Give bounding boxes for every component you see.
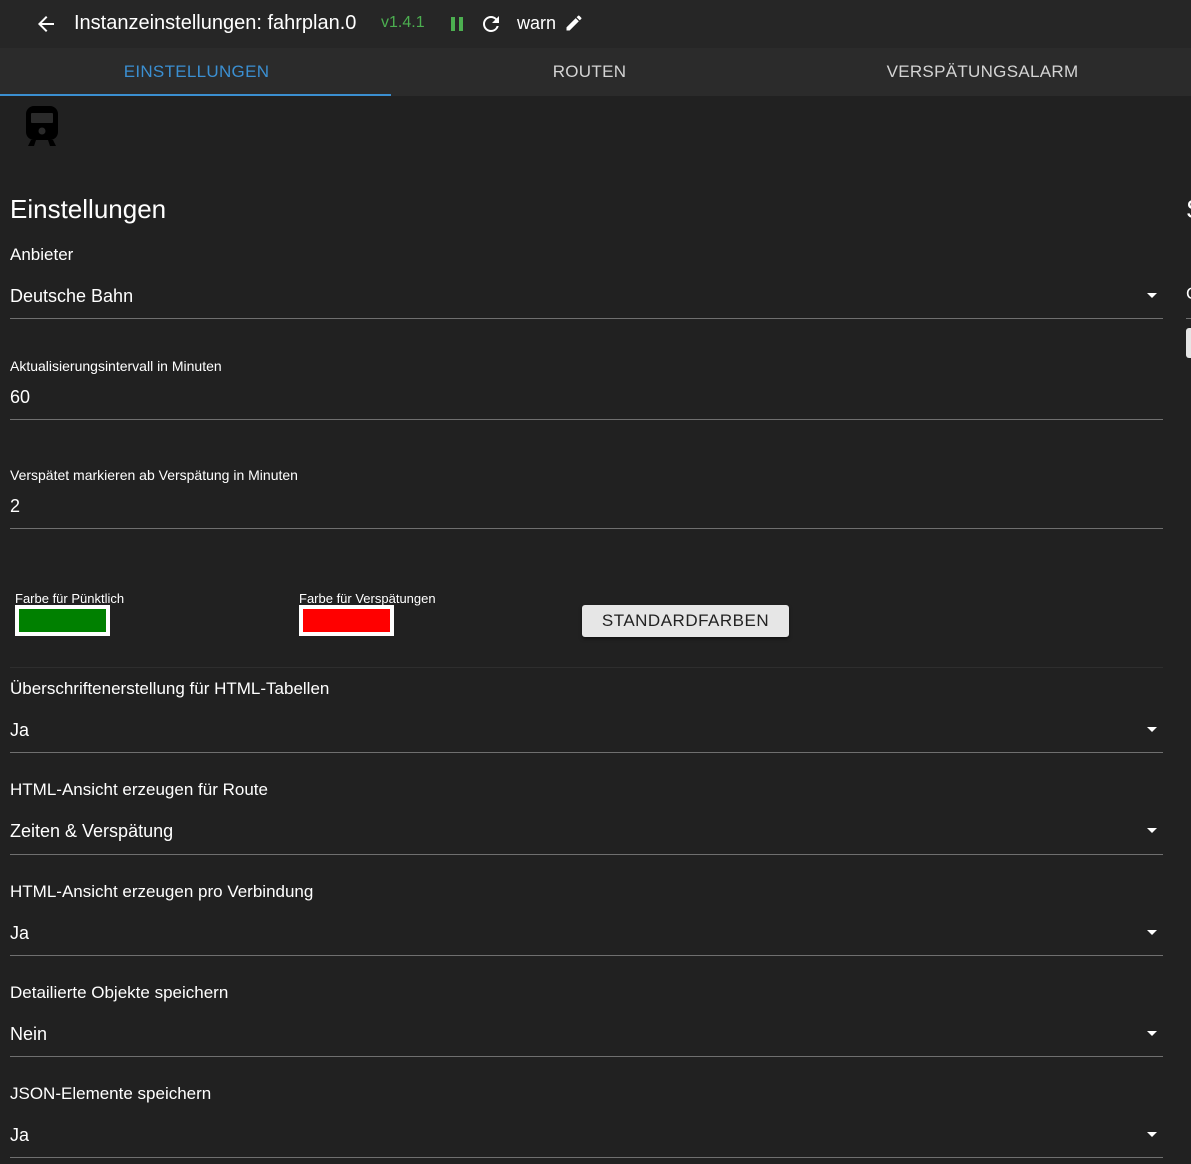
route-view-label: HTML-Ansicht erzeugen für Route	[10, 780, 268, 799]
divider	[10, 667, 1163, 668]
pause-icon[interactable]	[446, 12, 468, 36]
version-label: v1.4.1	[381, 14, 425, 31]
tab-einstellungen[interactable]: EINSTELLUNGEN	[0, 48, 393, 96]
provider-select[interactable]: Anbieter Deutsche Bahn	[10, 243, 1163, 319]
reload-icon[interactable]	[479, 12, 503, 36]
json-elements-select[interactable]: JSON-Elemente speichern Ja	[10, 1082, 1163, 1158]
on-time-color-label: Farbe für Pünktlich	[15, 591, 125, 606]
delay-threshold-field[interactable]: Verspätet markieren ab Verspätung in Min…	[10, 466, 1163, 529]
right-label-fragment: C	[1186, 284, 1191, 304]
on-time-color-swatch	[19, 609, 106, 632]
right-field-underline	[1186, 318, 1191, 319]
json-elements-value: Ja	[10, 1125, 30, 1145]
delay-threshold-label: Verspätet markieren ab Verspätung in Min…	[10, 467, 298, 483]
route-view-select[interactable]: HTML-Ansicht erzeugen für Route Zeiten &…	[10, 778, 1163, 855]
train-icon	[26, 106, 58, 146]
delayed-color-label: Farbe für Verspätungen	[299, 591, 436, 606]
update-interval-value: 60	[10, 387, 31, 407]
arrow-back-icon[interactable]	[34, 12, 58, 36]
tab-verspaetungsalarm[interactable]: VERSPÄTUNGSALARM	[786, 48, 1179, 96]
detailed-objects-label: Detailierte Objekte speichern	[10, 983, 229, 1002]
page-title: Instanzeinstellungen: fahrplan.0	[74, 12, 357, 34]
delay-threshold-value: 2	[10, 496, 21, 516]
app-header: Instanzeinstellungen: fahrplan.0 v1.4.1 …	[0, 0, 1191, 48]
active-tab-indicator	[0, 94, 391, 96]
dropdown-arrow-icon	[1147, 1031, 1157, 1036]
connection-view-value: Ja	[10, 923, 30, 943]
tab-routen[interactable]: ROUTEN	[393, 48, 786, 96]
tab-bar: EINSTELLUNGEN ROUTEN VERSPÄTUNGSALARM	[0, 48, 1191, 96]
provider-label: Anbieter	[10, 245, 74, 264]
edit-icon[interactable]	[564, 13, 584, 33]
dropdown-arrow-icon	[1147, 828, 1157, 833]
json-elements-label: JSON-Elemente speichern	[10, 1084, 212, 1103]
default-colors-button[interactable]: STANDARDFARBEN	[582, 605, 789, 637]
dropdown-arrow-icon	[1147, 293, 1157, 298]
update-interval-field[interactable]: Aktualisierungsintervall in Minuten 60	[10, 357, 1163, 420]
detailed-objects-value: Nein	[10, 1024, 48, 1044]
table-headers-select[interactable]: Überschriftenerstellung für HTML-Tabelle…	[10, 677, 1163, 753]
connection-view-select[interactable]: HTML-Ansicht erzeugen pro Verbindung Ja	[10, 880, 1163, 956]
detailed-objects-select[interactable]: Detailierte Objekte speichern Nein	[10, 981, 1163, 1057]
table-headers-label: Überschriftenerstellung für HTML-Tabelle…	[10, 679, 330, 698]
right-section-title-fragment: S	[1186, 194, 1191, 225]
log-level-label: warn	[517, 13, 557, 33]
connection-view-label: HTML-Ansicht erzeugen pro Verbindung	[10, 882, 314, 901]
dropdown-arrow-icon	[1147, 930, 1157, 935]
route-view-value: Zeiten & Verspätung	[10, 821, 174, 841]
on-time-color-picker[interactable]	[15, 605, 110, 636]
table-headers-value: Ja	[10, 720, 30, 740]
section-title: Einstellungen	[10, 194, 167, 224]
delayed-color-picker[interactable]	[299, 605, 394, 636]
update-interval-label: Aktualisierungsintervall in Minuten	[10, 358, 222, 374]
right-button-fragment[interactable]	[1186, 328, 1191, 358]
delayed-color-swatch	[303, 609, 390, 632]
dropdown-arrow-icon	[1147, 1132, 1157, 1137]
dropdown-arrow-icon	[1147, 727, 1157, 732]
provider-value: Deutsche Bahn	[10, 286, 134, 306]
